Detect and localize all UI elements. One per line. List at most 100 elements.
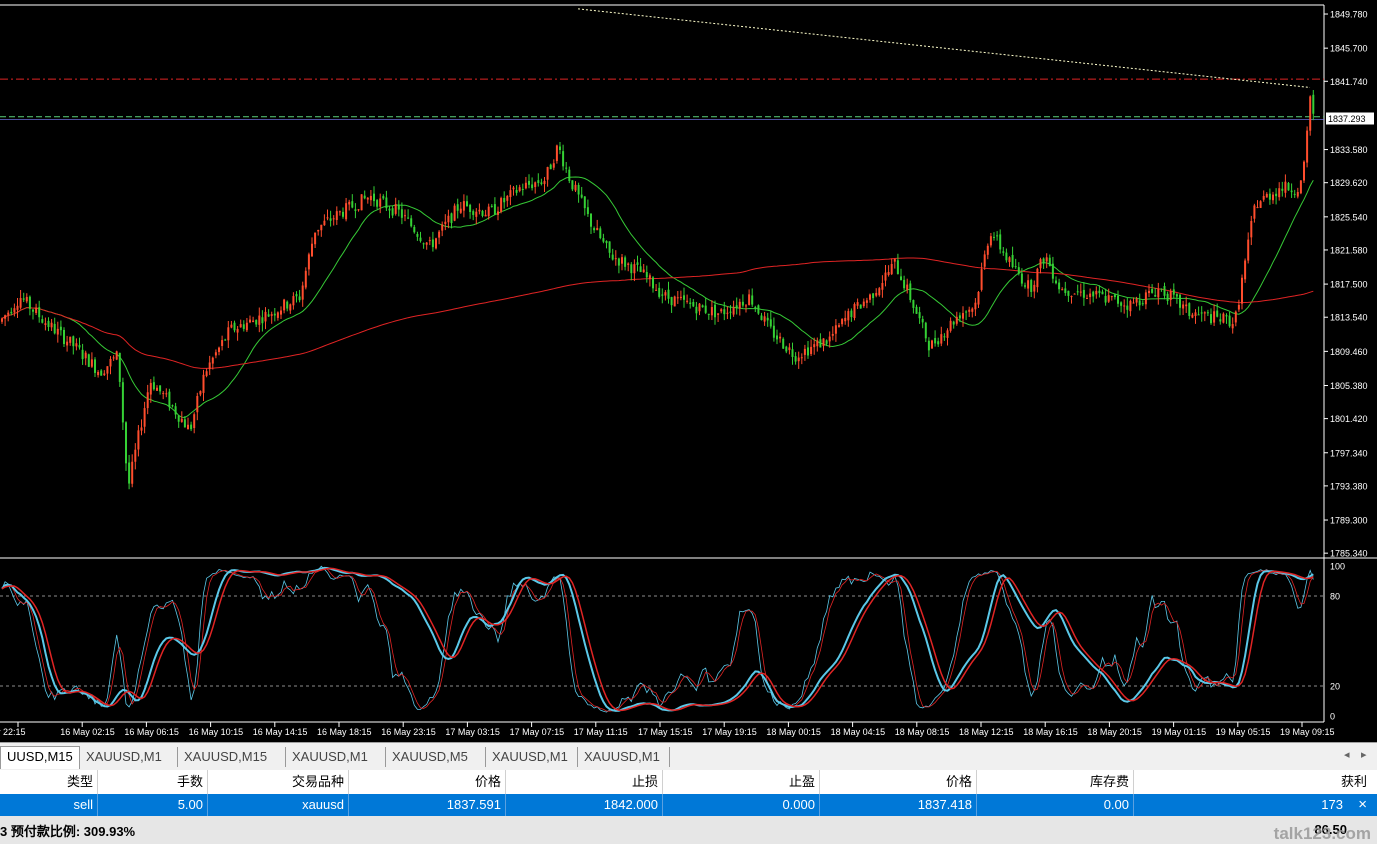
candle (738, 298, 741, 316)
candle-body (695, 306, 698, 314)
candle (373, 186, 375, 207)
col-swap-header[interactable]: 库存费 (977, 770, 1134, 794)
col-stop-loss-header[interactable]: 止损 (506, 770, 663, 794)
order-take-profit[interactable]: 0.000 (663, 794, 820, 816)
trend-line (577, 8, 1311, 88)
candle-body (1197, 314, 1200, 316)
candle-body (900, 276, 902, 281)
close-order-icon[interactable]: × (1358, 794, 1367, 816)
candle (543, 176, 546, 192)
candle (807, 340, 809, 359)
candle-body (407, 217, 410, 219)
candle (946, 328, 949, 346)
candle-body (335, 211, 338, 220)
candle-body (497, 211, 499, 215)
candle (1299, 180, 1302, 195)
candle (503, 191, 506, 209)
candle-body (78, 345, 81, 348)
candle (332, 215, 335, 226)
candle-body (1163, 286, 1166, 296)
candle (1144, 289, 1147, 310)
chart-tab[interactable]: XAUUSD,M1 (286, 747, 386, 767)
candle (224, 338, 227, 341)
col-volume-header[interactable]: 手数 (98, 770, 208, 794)
candle (4, 314, 7, 327)
candle-body (512, 187, 515, 190)
candle-body (937, 341, 940, 345)
candle-body (794, 356, 797, 362)
scroll-right-icon[interactable]: ▸ (1361, 748, 1367, 761)
candle (515, 185, 518, 196)
candle (593, 226, 596, 233)
candle (509, 184, 512, 206)
candle-body (397, 204, 400, 210)
candle (760, 312, 763, 321)
order-volume: 5.00 (98, 794, 208, 816)
col-profit-header[interactable]: 获利 (1134, 770, 1371, 794)
candle-body (630, 264, 633, 274)
candle-body (16, 305, 19, 310)
candle-body (283, 299, 286, 311)
candle-body (1191, 314, 1194, 318)
candle-body (1169, 291, 1172, 301)
candle-body (686, 300, 689, 302)
candle-body (490, 205, 493, 207)
order-row[interactable]: sell 5.00 xauusd 1837.591 1842.000 0.000… (0, 794, 1377, 816)
chart-tab[interactable]: UUSD,M15 (0, 746, 80, 769)
candle (962, 306, 964, 327)
candle (971, 307, 974, 318)
candle-body (518, 187, 521, 191)
chart-canvas[interactable]: 1849.780 1845.700 1841.740 1837.293 1833.580… (0, 0, 1377, 742)
candle (698, 303, 701, 316)
candle-body (679, 296, 682, 299)
candle-body (236, 328, 239, 333)
candle-body (239, 324, 242, 328)
candle (233, 320, 236, 333)
candle (989, 233, 992, 248)
col-type-header[interactable]: 类型 (0, 770, 98, 794)
candle (16, 297, 19, 318)
scroll-left-icon[interactable]: ◂ (1344, 748, 1350, 761)
order-stop-loss[interactable]: 1842.000 (506, 794, 663, 816)
candle-body (735, 305, 738, 309)
candle (1027, 274, 1030, 297)
candle (1303, 160, 1305, 183)
candle (435, 237, 437, 250)
candle (221, 335, 224, 351)
candle (397, 200, 400, 217)
chart-tab[interactable]: XAUUSD,M1 (578, 747, 670, 767)
candle (720, 308, 723, 314)
candle (1256, 200, 1259, 209)
candle (1287, 181, 1290, 191)
candle-body (636, 262, 639, 265)
col-current-price-header[interactable]: 价格 (820, 770, 977, 794)
candle-body (307, 254, 310, 270)
candle (1076, 284, 1079, 296)
chart-tab[interactable]: XAUUSD,M1 (80, 747, 178, 767)
candle-body (1036, 268, 1039, 288)
candle (354, 203, 357, 219)
col-take-profit-header[interactable]: 止盈 (663, 770, 820, 794)
candle-body (1306, 130, 1309, 163)
candle-body (143, 408, 146, 427)
candle-body (689, 302, 692, 304)
col-symbol-header[interactable]: 交易品种 (208, 770, 349, 794)
candle-body (655, 289, 658, 291)
candle-body (1101, 291, 1104, 295)
chart-tab[interactable]: XAUUSD,M5 (386, 747, 486, 767)
price-chart[interactable]: 1849.780 1845.700 1841.740 1837.293 1833.580… (0, 0, 1377, 742)
candles (1, 89, 1315, 490)
candle (1042, 257, 1045, 269)
candle-body (1110, 296, 1113, 298)
candle-body (214, 352, 217, 356)
chart-tab[interactable]: XAUUSD,M1 (486, 747, 578, 767)
candle (351, 194, 354, 209)
candle (772, 317, 775, 342)
candle (614, 250, 617, 266)
candle-body (834, 325, 837, 334)
candle-body (435, 238, 437, 249)
col-open-price-header[interactable]: 价格 (349, 770, 506, 794)
candle (655, 284, 658, 291)
candle-body (698, 303, 701, 312)
chart-tab[interactable]: XAUUSD,M15 (178, 747, 286, 767)
